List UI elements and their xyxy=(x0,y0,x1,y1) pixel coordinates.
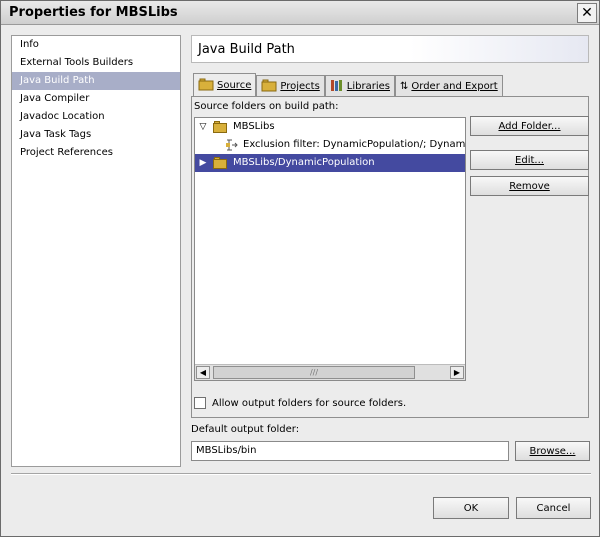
window-title: Properties for MBSLibs xyxy=(9,5,178,20)
tree-item-label: MBSLibs xyxy=(233,121,275,132)
folder-icon xyxy=(213,157,229,169)
tab-order-and-export[interactable]: ⇅ Order and Export xyxy=(395,75,503,97)
source-folder-tree[interactable]: ▽ MBSLibs Exclusion filter: DynamicPopul… xyxy=(194,117,466,381)
ok-label: OK xyxy=(463,502,479,514)
property-page-list: Info External Tools Builders Java Build … xyxy=(11,35,181,467)
nav-item-java-task-tags[interactable]: Java Task Tags xyxy=(12,126,180,144)
allow-output-folders-label: Allow output folders for source folders. xyxy=(212,397,407,409)
scrollbar-thumb[interactable]: /// xyxy=(213,366,415,379)
nav-item-java-build-path[interactable]: Java Build Path xyxy=(12,72,180,90)
tree-item-label: MBSLibs/DynamicPopulation xyxy=(233,157,375,168)
title-bar[interactable]: Properties for MBSLibs ✕ xyxy=(1,1,599,25)
tree-item-exclusion-filter[interactable]: Exclusion filter: DynamicPopulation/; Dy… xyxy=(225,136,465,154)
add-folder-button[interactable]: Add Folder... xyxy=(470,116,589,136)
exclusion-filter-icon xyxy=(225,138,239,152)
footer-separator xyxy=(11,473,591,475)
tab-libraries-label: Libraries xyxy=(346,81,390,92)
default-output-folder-input[interactable]: MBSLibs/bin xyxy=(191,441,509,461)
cancel-label: Cancel xyxy=(536,502,571,514)
scroll-left-button[interactable]: ◀ xyxy=(196,366,210,379)
tab-libraries[interactable]: Libraries xyxy=(324,75,395,97)
remove-button[interactable]: Remove xyxy=(470,176,589,196)
source-tab-content: Source folders on build path: ▽ MBSLibs … xyxy=(191,96,589,418)
edit-label: Edit... xyxy=(515,154,544,166)
page-header: Java Build Path xyxy=(191,35,589,63)
close-icon: ✕ xyxy=(581,5,593,21)
nav-item-javadoc-location[interactable]: Javadoc Location xyxy=(12,108,180,126)
browse-label: Browse... xyxy=(529,445,576,457)
libraries-books-icon xyxy=(330,79,344,95)
folder-icon xyxy=(213,121,229,133)
tree-item-mbslibs[interactable]: ▽ MBSLibs xyxy=(197,118,465,136)
tab-order-and-export-label: Order and Export xyxy=(411,81,498,92)
cancel-button[interactable]: Cancel xyxy=(516,497,591,519)
tab-bar: Source Projects Libraries ⇅ Order and Ex… xyxy=(193,73,503,97)
browse-button[interactable]: Browse... xyxy=(515,441,590,461)
close-button[interactable]: ✕ xyxy=(577,3,597,23)
nav-item-external-tools-builders[interactable]: External Tools Builders xyxy=(12,54,180,72)
source-folder-icon xyxy=(198,78,214,94)
order-arrows-icon: ⇅ xyxy=(400,81,409,92)
tree-item-label: Exclusion filter: DynamicPopulation/; Dy… xyxy=(243,139,465,150)
remove-label: Remove xyxy=(509,180,550,192)
tab-source[interactable]: Source xyxy=(193,73,257,97)
expand-open-icon[interactable]: ▽ xyxy=(197,118,209,136)
allow-output-folders-row[interactable]: Allow output folders for source folders. xyxy=(194,397,406,409)
source-folders-label: Source folders on build path: xyxy=(194,101,339,112)
chevron-right-icon: ▶ xyxy=(453,368,461,377)
nav-item-project-references[interactable]: Project References xyxy=(12,144,180,162)
tree-item-mbslibs-dynamicpopulation[interactable]: ▶ MBSLibs/DynamicPopulation xyxy=(195,154,465,172)
horizontal-scrollbar[interactable]: ◀ /// ▶ xyxy=(195,364,465,380)
add-folder-label: Add Folder... xyxy=(498,120,561,132)
chevron-left-icon: ◀ xyxy=(199,368,207,377)
expand-closed-icon[interactable]: ▶ xyxy=(197,154,209,172)
projects-folder-icon xyxy=(261,79,277,95)
properties-dialog: Properties for MBSLibs ✕ Info External T… xyxy=(0,0,600,537)
tab-projects-label: Projects xyxy=(280,81,320,92)
tab-projects[interactable]: Projects xyxy=(256,75,325,97)
main-panel: Java Build Path Source Projects Librarie… xyxy=(191,35,591,467)
nav-item-java-compiler[interactable]: Java Compiler xyxy=(12,90,180,108)
default-output-folder-label: Default output folder: xyxy=(191,424,300,435)
allow-output-folders-checkbox[interactable] xyxy=(194,397,206,409)
tab-source-label: Source xyxy=(217,80,252,91)
nav-item-info[interactable]: Info xyxy=(12,36,180,54)
edit-button[interactable]: Edit... xyxy=(470,150,589,170)
page-title: Java Build Path xyxy=(198,42,295,57)
ok-button[interactable]: OK xyxy=(433,497,509,519)
scroll-right-button[interactable]: ▶ xyxy=(450,366,464,379)
